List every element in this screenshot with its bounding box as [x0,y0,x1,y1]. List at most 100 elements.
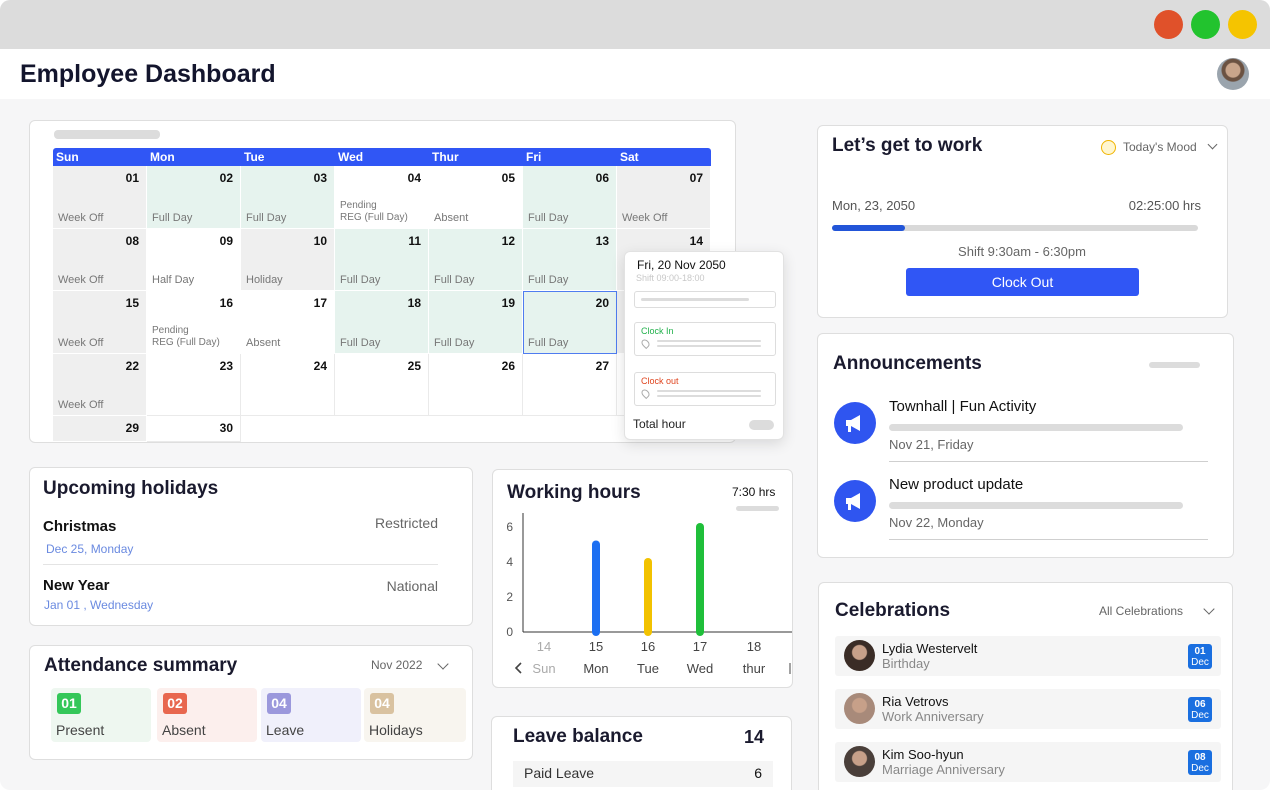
maximize-window-button[interactable] [1191,10,1220,39]
chart-x-tick-date: 16 [641,639,655,654]
calendar-day-status: Absent [434,212,469,224]
weekday-label: Sat [620,150,639,164]
announcement-title[interactable]: Townhall | Fun Activity [889,398,1036,415]
announcements-card: Announcements [817,333,1234,558]
calendar-day-cell[interactable]: 04 Pending REG (Full Day) [335,166,429,229]
calendar-day-cell[interactable]: 16 Pending REG (Full Day) [147,291,241,354]
holiday-item[interactable]: New Year National Jan 01 , Wednesday [43,577,438,617]
calendar-day-cell[interactable]: 25 [335,354,429,416]
calendar-day-cell[interactable]: 27 [523,354,617,416]
working-hours-card: Working hours 7:30 hrs 0 2 4 6 14 Sun 15 Mon 16 T… [492,469,793,688]
celebration-item[interactable]: Lydia Westervelt Birthday 01 Dec [835,636,1221,676]
calendar-day-number: 15 [125,296,139,310]
holiday-date: Jan 01 , Wednesday [44,598,154,612]
user-avatar-icon[interactable] [1217,58,1249,90]
calendar-day-cell[interactable]: 03 Full Day [241,166,335,229]
calendar-day-cell[interactable]: 08 Week Off [53,229,147,291]
celebration-event: Marriage Anniversary [882,762,1005,777]
person-avatar [844,693,875,724]
calendar-day-cell[interactable]: 07 Week Off [617,166,711,229]
attendance-stat-leave[interactable]: 04 Leave [261,688,361,742]
leave-balance-card: Leave balance 14 Paid Leave 6 [491,716,792,790]
megaphone-icon [834,480,876,522]
calendar-day-number: 20 [595,296,609,310]
close-window-button[interactable] [1154,10,1183,39]
page-header: Employee Dashboard [0,49,1270,99]
leave-item: Paid Leave 6 [513,761,773,787]
announcement-divider [889,539,1208,540]
clock-in-field[interactable]: Clock In [634,322,776,356]
holiday-item[interactable]: Christmas Restricted Dec 25, Monday [43,515,438,565]
attendance-label: Present [56,722,105,738]
calendar-day-cell[interactable]: 20 Full Day [523,291,617,354]
mood-label: Today's Mood [1123,140,1197,154]
chevron-left-icon[interactable] [514,662,522,674]
celebrations-title: Celebrations [835,600,951,621]
attendance-label: Leave [266,722,305,738]
calendar-day-cell[interactable]: 19 Full Day [429,291,523,354]
leave-item-label: Paid Leave [524,765,595,781]
smiley-icon [1101,140,1116,155]
megaphone-icon [834,402,876,444]
calendar-day-cell[interactable]: 05 Absent [429,166,523,229]
calendar-day-cell[interactable]: 17 Absent [241,291,335,354]
calendar-day-cell[interactable]: 15 Week Off [53,291,147,354]
chart-x-tick-day: Tue [637,661,659,676]
calendar-day-cell[interactable]: 10 Holiday [241,229,335,291]
attendance-stat-holidays[interactable]: 04 Holidays [364,688,466,742]
person-avatar [844,640,875,671]
celebration-item[interactable]: Ria Vetrovs Work Anniversary 06 Dec [835,689,1221,729]
calendar-day-number: 27 [595,359,609,373]
calendar-day-cell[interactable]: 06 Full Day [523,166,617,229]
calendar-day-status: Full Day [152,212,193,224]
celebration-month: Dec [1191,657,1209,668]
calendar-day-cell[interactable]: 26 [429,354,523,416]
attendance-count: 04 [267,693,291,714]
celebration-item[interactable]: Kim Soo-hyun Marriage Anniversary 08 Dec [835,742,1221,782]
announcement-title[interactable]: New product update [889,476,1023,493]
calendar-day-status: Absent [246,337,281,349]
location-pin-icon [639,337,652,350]
calendar-day-cell[interactable]: 13 Full Day [523,229,617,291]
announcement-placeholder [889,424,1183,431]
mood-selector[interactable]: Today's Mood [1101,139,1221,157]
attendance-label: Absent [162,722,206,738]
chart-x-tick-day: Sun [532,661,555,676]
working-hours-chart: 0 2 4 6 14 Sun 15 Mon 16 Tue 17 Wed 18 thur [506,513,792,676]
calendar-day-number: 04 [407,171,421,185]
calendar-day-cell[interactable]: 29 [53,416,147,442]
chevron-down-icon [1207,139,1218,150]
attendance-title: Attendance summary [44,655,238,676]
clock-out-button[interactable]: Clock Out [906,268,1139,296]
weekday-label: Sun [56,150,79,164]
calendar-day-cell[interactable]: 11 Full Day [335,229,429,291]
leave-total: 14 [744,727,765,747]
calendar-day-cell[interactable]: 12 Full Day [429,229,523,291]
calendar-day-status: Full Day [340,337,381,349]
calendar-day-cell[interactable]: 02 Full Day [147,166,241,229]
calendar-day-number: 06 [595,171,609,185]
calendar-day-cell[interactable]: 01 Week Off [53,166,147,229]
calendar-day-number: 08 [125,234,139,248]
attendance-count: 01 [57,693,81,714]
chart-x-tick-day: Wed [687,661,714,676]
leave-item-value: 6 [754,765,762,781]
calendar-day-number: 09 [219,234,233,248]
calendar-day-cell[interactable]: 30 [147,416,241,442]
celebrations-filter[interactable]: All Celebrations [1099,603,1224,622]
calendar-day-cell[interactable]: 23 [147,354,241,416]
calendar-day-status: Full Day [434,337,475,349]
clock-out-field[interactable]: Clock out [634,372,776,406]
calendar-day-cell[interactable]: 24 [241,354,335,416]
attendance-stat-present[interactable]: 01 Present [51,688,151,742]
calendar-header-placeholder [54,130,160,139]
calendar-day-cell[interactable]: 22 Week Off [53,354,147,416]
period-selector[interactable]: Nov 2022 [371,658,461,676]
calendar-day-cell[interactable]: 18 Full Day [335,291,429,354]
calendar-day-number: 18 [407,296,421,310]
minimize-window-button[interactable] [1228,10,1257,39]
celebration-event: Work Anniversary [882,709,984,724]
page-title: Employee Dashboard [20,60,276,88]
calendar-day-cell[interactable]: 09 Half Day [147,229,241,291]
attendance-stat-absent[interactable]: 02 Absent [157,688,257,742]
